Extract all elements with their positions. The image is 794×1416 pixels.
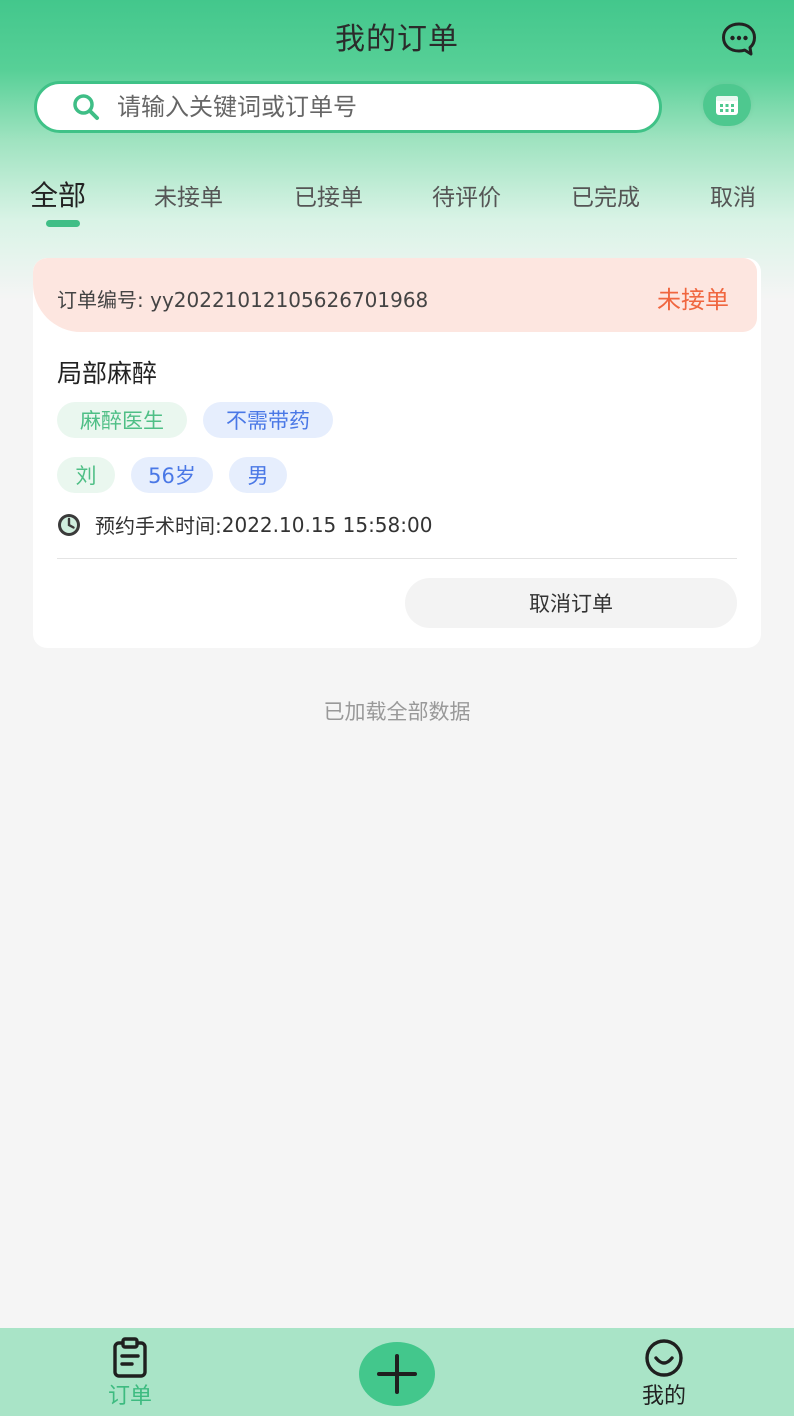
order-number: 订单编号: yy20221012105626701968 (57, 284, 428, 313)
tab-completed[interactable]: 已完成 (571, 178, 640, 212)
search-icon (73, 94, 99, 120)
clipboard-icon (113, 1337, 147, 1378)
calendar-button[interactable] (703, 84, 751, 126)
nav-orders[interactable]: 订单 (70, 1336, 190, 1410)
tab-cancelled[interactable]: 取消 (710, 178, 756, 212)
page-title: 我的订单 (335, 22, 459, 57)
cancel-order-button[interactable]: 取消订单 (405, 578, 737, 628)
search-input[interactable] (117, 93, 659, 121)
list-end-message: 已加载全部数据 (323, 700, 471, 724)
message-bubble-icon (722, 22, 756, 56)
nav-mine[interactable]: 我的 (604, 1336, 724, 1410)
nav-orders-label: 订单 (107, 1384, 152, 1409)
tag-service-type: 麻醉医生 (57, 402, 187, 438)
appointment-time-row: 预约手术时间: 2022.10.15 15:58:00 (57, 510, 432, 539)
order-card-header: 订单编号: yy20221012105626701968 未接单 (33, 258, 757, 332)
clock-icon (58, 513, 80, 536)
tag-medication: 不需带药 (203, 402, 333, 438)
tag-patient-name: 刘 (57, 457, 115, 493)
appointment-time-value: 2022.10.15 15:58:00 (221, 512, 433, 537)
order-card[interactable]: 订单编号: yy20221012105626701968 未接单 局部麻醉 麻醉… (33, 258, 761, 648)
status-tabs: 全部 未接单 已接单 待评价 已完成 取消 (0, 178, 794, 230)
tab-all[interactable]: 全部 (30, 174, 86, 214)
tag-patient-gender: 男 (229, 457, 287, 493)
page: 我的订单 全部 未接单 已接单 (0, 0, 794, 1416)
active-tab-indicator (46, 220, 80, 227)
order-status: 未接单 (657, 286, 729, 314)
service-name: 局部麻醉 (57, 359, 158, 388)
message-button[interactable] (720, 20, 758, 58)
search-box[interactable] (34, 81, 662, 133)
header: 我的订单 (0, 0, 794, 76)
nav-mine-label: 我的 (641, 1384, 686, 1409)
tab-accepted[interactable]: 已接单 (294, 178, 363, 212)
plus-icon (377, 1354, 417, 1394)
order-number-label: 订单编号: (57, 288, 144, 312)
add-order-button[interactable] (359, 1342, 435, 1406)
tab-to-review[interactable]: 待评价 (432, 178, 501, 212)
tab-unaccepted[interactable]: 未接单 (154, 178, 223, 212)
order-number-value: yy20221012105626701968 (150, 288, 429, 312)
card-divider (57, 558, 737, 559)
tag-patient-age: 56岁 (131, 457, 213, 493)
calendar-icon (716, 96, 738, 115)
smile-icon (645, 1339, 683, 1377)
appointment-time-label: 预约手术时间: (95, 514, 222, 538)
